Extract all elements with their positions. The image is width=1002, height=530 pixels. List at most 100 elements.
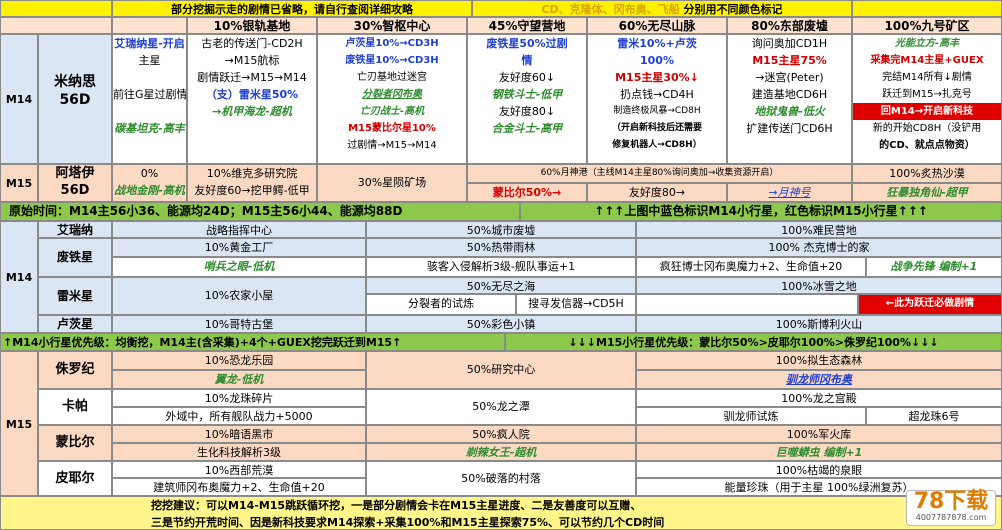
priority-bar-m15: ↓↓↓M15小行星优先级：蒙比尔50%>皮耶尔100%>侏罗纪100%↓↓↓ [505, 333, 1002, 351]
small-cell: 驯龙师试炼 [636, 407, 866, 425]
small-planet-name: 艾瑞纳 [38, 221, 112, 238]
col-header-5: 80%东部废墟 [727, 17, 852, 34]
m14-c5-l2: →迷宫(Peter) [755, 71, 824, 84]
small-cell: 100%枯竭的泉眼 [636, 461, 1002, 478]
m14-c3-l1: 情 [521, 54, 533, 67]
small-cell: 10%哥特古堡 [112, 315, 366, 333]
small-cell: 100%斯博利火山 [636, 315, 1002, 333]
m14-c0-l5: 碳基坦克-高丰 [114, 122, 185, 135]
small-cell: 50%无尽之海 [366, 277, 636, 294]
m14-col5: 询问奥加CD1H M15主星75% →迷宫(Peter) 建造基地CD6H 地狱… [727, 34, 852, 164]
jump-note: ←此为跃迁必做剧情 [858, 294, 1002, 315]
small-cell: 10%恐龙乐园 [112, 351, 366, 370]
m14-c5-l1: M15主星75% [752, 54, 827, 67]
row-label-m15: M15 [0, 164, 38, 202]
m14-c4-l1: 100% [640, 54, 674, 67]
small-cell: 50%研究中心 [366, 351, 636, 389]
logo-url: 4007787878.com [915, 513, 987, 522]
small-cell: 外域中，所有舰队战力+5000 [112, 407, 366, 425]
small-planet-name: 废铁星 [38, 238, 112, 277]
header-blank [0, 17, 112, 34]
m15-col6: 狂暴独角仙-超甲 [852, 183, 1002, 202]
m14-c2-l3: 分裂者冈布奥 [362, 89, 422, 100]
m15-c0-l0: 0% [140, 167, 159, 180]
m14-c1-l0: 古老的传送门-CD2H [201, 37, 303, 50]
small-cell: 100%难民营地 [636, 221, 1002, 238]
m14-c3-l2: 友好度60↓ [498, 71, 556, 84]
m14-c0-l1: 主星 [138, 54, 161, 67]
col-header-0 [112, 17, 187, 34]
m14-c3-l3: 钢铁斗士-低甲 [491, 88, 563, 101]
m14-col2: 卢茨星10%→CD3H 废铁星10%→CD3H 亡刃基地过迷宫 分裂者冈布奥 亡… [317, 34, 467, 164]
small-planet-name: 雷米星 [38, 277, 112, 315]
m14-c4-l2: M15主星30%↓ [615, 71, 699, 84]
priority-bar-m14: ↑M14小行星优先级：均衡挖，M14主(含采集)+4个+GUEX挖完跃迁到M15… [0, 333, 505, 351]
small-cell [636, 294, 858, 315]
small-cell: 分裂者的试炼 [366, 294, 516, 315]
m14-c3-l5: 合金斗士-高甲 [491, 122, 563, 135]
small-planet-name: 侏罗纪 [38, 351, 112, 389]
m14-col1: 古老的传送门-CD2H →M15航标 剧情跃迁→M15→M14 （支）雷米星50… [187, 34, 317, 164]
m14-c6-l2: 完结M14所有↓剧情 [882, 72, 972, 83]
m14-c5-l3: 建造基地CD6H [751, 88, 828, 101]
m14-c5-l4: 地狱鬼兽-低火 [754, 105, 825, 118]
m14-c3-l4: 友好度80↓ [498, 105, 556, 118]
col-header-3: 45%守望营地 [467, 17, 587, 34]
m15-col3-c: →月神号 [727, 183, 852, 202]
planet-days: 56D [59, 92, 91, 108]
col-header-2: 30%智枢中心 [317, 17, 467, 34]
row-label-m14-small: M14 [0, 221, 38, 333]
footer-line-2: 三是节约开荒时间、因是新科技要求M14探索+采集100%和M15主星探索75%、… [151, 516, 665, 529]
m14-c2-l5: M15蒙比尔星10% [348, 123, 436, 134]
m15-col2: 30%星陨矿场 [317, 164, 467, 202]
small-cell: 10%暗语黑市 [112, 425, 366, 443]
small-cell: 超龙珠6号 [866, 407, 1002, 425]
small-cell: 100%拟生态森林 [636, 351, 1002, 370]
site-logo: 78下载 4007787878.com [906, 490, 996, 526]
m14-c6-l1: 采集完M14主星+GUEX [870, 55, 984, 66]
small-cell: 驯龙师冈布奥 [636, 370, 1002, 389]
planet-atayi: 阿塔伊 56D [38, 164, 112, 202]
m14-col3: 废铁星50%过剧 情 友好度60↓ 钢铁斗士-低甲 友好度80↓ 合金斗士-高甲 [467, 34, 587, 164]
col-header-1: 10%银轨基地 [187, 17, 317, 34]
m14-c6-l6: 的CD、就点点物资） [879, 140, 975, 151]
m14-c4-l5: （开启新科技后还需要 [611, 123, 702, 133]
small-cell: 50%破落的村落 [366, 461, 636, 496]
small-cell: 建筑师冈布奥魔力+2、生命值+20 [112, 478, 366, 496]
m14-c2-l6: 过剧情→M15→M14 [347, 140, 437, 151]
m14-col6: 光能立方-高丰 采集完M14主星+GUEX 完结M14所有↓剧情 跃迁到M15→… [852, 34, 1002, 164]
small-cell: 50%彩色小镇 [366, 315, 636, 333]
m15-c0-l1: 战地金刚-高机 [114, 184, 185, 197]
small-cell: 战争先锋 编制+1 [866, 257, 1002, 277]
legend-text: CD、克隆体、冈布奥、飞船 [541, 3, 680, 16]
small-cell: 10%黄金工厂 [112, 238, 366, 257]
col-header-4: 60%无尽山脉 [587, 17, 727, 34]
small-cell: 骇客入侵解析3级-舰队事运+1 [366, 257, 636, 277]
m14-col0: 艾瑞纳星-开启 主星 前往G星过剧情 碳基坦克-高丰 [112, 34, 187, 164]
m14-c1-l3: （支）雷米星50% [205, 88, 299, 101]
m14-c2-l2: 亡刃基地过迷宫 [357, 72, 427, 83]
m14-c0-l0: 艾瑞纳星-开启 [114, 37, 185, 50]
small-cell: 50%热带雨林 [366, 238, 636, 257]
m14-c4-l3: 扔点钱→CD4H [620, 88, 694, 101]
m15-c1-l0: 10%维克多研究院 [206, 167, 298, 180]
m14-c5-l5: 扩建传送门CD6H [746, 122, 833, 135]
small-planet-name: 皮耶尔 [38, 461, 112, 496]
m15-col3-a: 蒙比尔50%→ [467, 183, 587, 202]
m14-col4: 雷米10%+卢茨 100% M15主星30%↓ 扔点钱→CD4H 制造终极风暴→… [587, 34, 727, 164]
m14-c2-l1: 废铁星10%→CD3H [345, 55, 439, 66]
small-cell: 50%城市废墟 [366, 221, 636, 238]
m14-c6-l3: 跃迁到M15→扎克号 [882, 89, 972, 100]
m14-c4-l0: 雷米10%+卢茨 [617, 37, 697, 50]
small-cell: 翼龙-低机 [112, 370, 366, 389]
m15-c1-l1: 友好度60→挖甲鳄-低甲 [194, 184, 310, 197]
m14-c6-l0: 光能立方-高丰 [894, 38, 960, 49]
m14-c4-l6: 修复机器人→CD8H） [612, 140, 702, 150]
header-corner [0, 0, 112, 17]
small-planet-name: 卢茨星 [38, 315, 112, 333]
small-cell: 10%农家小屋 [112, 277, 366, 315]
header-note: 部分挖掘示走的剧情已省略，请自行查阅详细攻略 [112, 0, 472, 17]
m15-col3-b: 友好度80→ [587, 183, 727, 202]
small-cell: 生化科技解析3级 [112, 443, 366, 461]
small-cell: 疯狂博士冈布奥魔力+2、生命值+20 [636, 257, 866, 277]
